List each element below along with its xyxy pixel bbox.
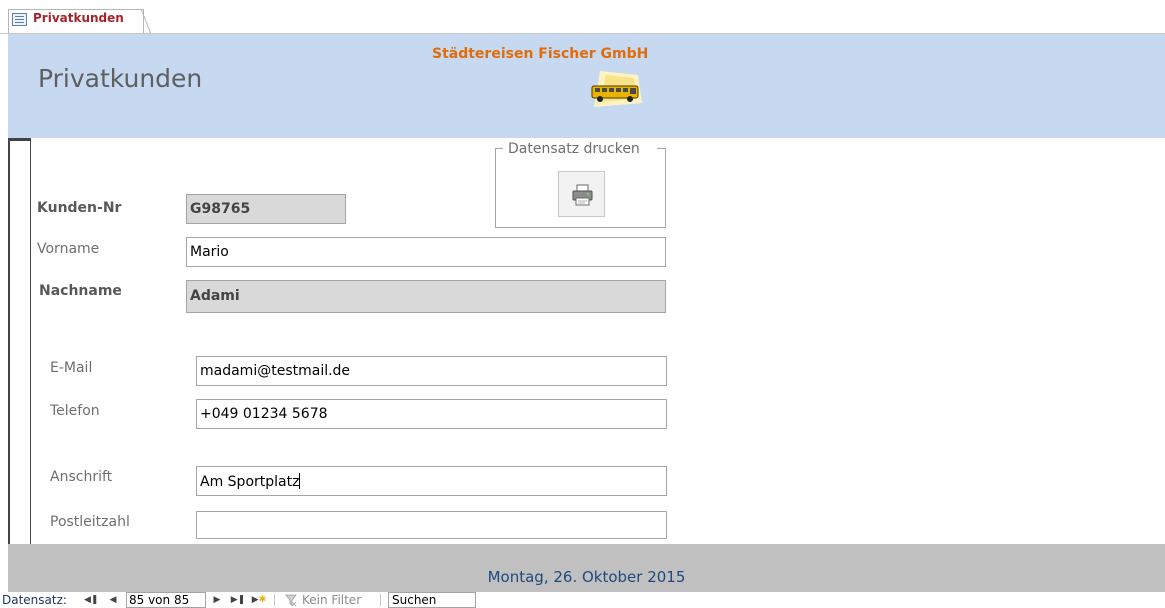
print-group-frame-top bbox=[657, 148, 666, 149]
bus-icon bbox=[591, 71, 642, 107]
form-header: Privatkunden Städtereisen Fischer GmbH bbox=[8, 34, 1165, 138]
printer-icon bbox=[572, 184, 593, 206]
record-selector-marker bbox=[8, 138, 30, 141]
nav-separator bbox=[380, 594, 381, 606]
last-record-icon[interactable]: ▶❚ bbox=[230, 592, 246, 608]
filter-icon bbox=[285, 594, 297, 606]
next-record-icon[interactable]: ▶ bbox=[210, 592, 224, 608]
kunden-nr-field[interactable]: G98765 bbox=[186, 194, 346, 224]
record-selector-border bbox=[30, 138, 31, 544]
footer-date: Montag, 26. Oktober 2015 bbox=[487, 568, 686, 586]
record-nav-label: Datensatz: bbox=[2, 593, 67, 607]
current-record-field[interactable]: 85 von 85 bbox=[126, 592, 206, 608]
search-input[interactable]: Suchen bbox=[388, 592, 476, 608]
telefon-label: Telefon bbox=[50, 403, 100, 419]
email-field[interactable]: madami@testmail.de bbox=[196, 356, 667, 386]
nachname-field[interactable]: Adami bbox=[186, 280, 666, 313]
anschrift-field[interactable]: Am Sportplatz bbox=[196, 466, 667, 496]
print-group-frame-top bbox=[495, 148, 503, 149]
anschrift-value: Am Sportplatz bbox=[200, 474, 300, 490]
anschrift-label: Anschrift bbox=[50, 469, 113, 485]
previous-record-icon[interactable]: ◀ bbox=[106, 592, 120, 608]
tab-privatkunden[interactable]: Privatkunden bbox=[8, 9, 144, 34]
record-navigation-bar: Datensatz: ◀❚ ◀ 85 von 85 ▶ ▶❚ ▶✱ Kein F… bbox=[0, 592, 1165, 608]
postleitzahl-label: Postleitzahl bbox=[50, 514, 130, 530]
form-icon bbox=[12, 13, 27, 26]
page-title: Privatkunden bbox=[38, 64, 203, 93]
vorname-field[interactable]: Mario bbox=[186, 237, 666, 267]
filter-status-button[interactable]: Kein Filter bbox=[302, 593, 361, 607]
detail-left-border bbox=[8, 138, 10, 544]
nachname-label: Nachname bbox=[39, 283, 122, 299]
kunden-nr-label: Kunden-Nr bbox=[37, 200, 122, 216]
print-record-button[interactable] bbox=[558, 171, 605, 217]
new-record-icon[interactable]: ▶✱ bbox=[250, 592, 268, 608]
postleitzahl-field[interactable] bbox=[196, 511, 667, 539]
form-footer: Montag, 26. Oktober 2015 bbox=[8, 544, 1165, 592]
document-tab-bar: Privatkunden bbox=[0, 0, 1165, 34]
nav-separator bbox=[274, 594, 275, 606]
email-label: E-Mail bbox=[50, 360, 93, 376]
tab-edge bbox=[137, 9, 152, 34]
telefon-field[interactable]: +049 01234 5678 bbox=[196, 399, 667, 429]
company-name: Städtereisen Fischer GmbH bbox=[432, 46, 649, 62]
tab-label: Privatkunden bbox=[33, 11, 124, 25]
vorname-label: Vorname bbox=[37, 241, 100, 257]
print-group-label: Datensatz drucken bbox=[508, 141, 640, 157]
first-record-icon[interactable]: ◀❚ bbox=[84, 592, 98, 608]
text-cursor bbox=[299, 473, 301, 489]
